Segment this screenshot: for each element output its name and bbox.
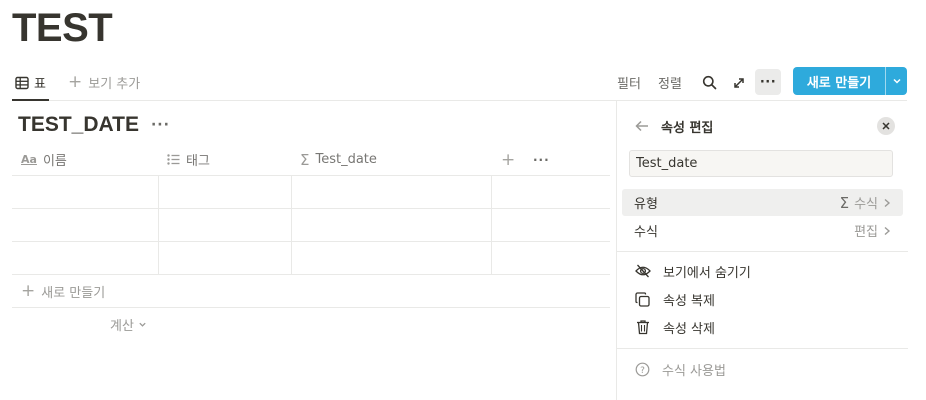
- view-bar: 표 + 보기 추가 필터 정렬 ··· 새로 만들기: [12, 66, 907, 101]
- page-title[interactable]: TEST: [12, 6, 113, 51]
- plus-icon: +: [68, 72, 83, 92]
- add-property-button[interactable]: +: [501, 144, 515, 175]
- delete-property-label: 속성 삭제: [663, 321, 715, 337]
- add-view-label: 보기 추가: [88, 77, 141, 92]
- column-header-test-date[interactable]: Σ Test_date: [300, 144, 377, 175]
- table-row[interactable]: [12, 209, 610, 242]
- sigma-icon: Σ: [839, 193, 850, 212]
- chevron-down-icon: [892, 76, 902, 86]
- help-icon: ?: [635, 362, 650, 377]
- column-divider: [291, 176, 292, 275]
- new-button-main[interactable]: 새로 만들기: [793, 67, 885, 95]
- column-header-label: 이름: [42, 154, 67, 169]
- formula-help-link[interactable]: ? 수식 사용법: [635, 357, 726, 381]
- open-full-page-button[interactable]: [731, 66, 747, 99]
- sigma-icon: Σ: [300, 150, 310, 169]
- add-row-label: 새로 만들기: [41, 286, 106, 301]
- svg-text:?: ?: [640, 366, 645, 376]
- eye-hide-icon: [635, 264, 651, 278]
- add-view-button[interactable]: + 보기 추가: [68, 66, 140, 99]
- list-icon: [167, 154, 180, 165]
- tab-table-view[interactable]: 표: [12, 66, 49, 101]
- property-name-input[interactable]: [629, 150, 893, 177]
- database-title-row: TEST_DATE ···: [18, 113, 170, 137]
- divider: [617, 251, 908, 252]
- column-header-tags[interactable]: 태그: [167, 144, 210, 175]
- hide-in-view-label: 보기에서 숨기기: [663, 265, 751, 281]
- database-title[interactable]: TEST_DATE: [18, 113, 139, 137]
- edit-property-panel: 속성 편집 유형 Σ 수식 수식 편집 보기에서 숨기기: [616, 101, 908, 400]
- close-icon[interactable]: [877, 117, 895, 135]
- tab-table-label: 표: [34, 77, 46, 92]
- formula-value: 편집: [854, 221, 891, 240]
- panel-header: 속성 편집: [635, 115, 895, 137]
- sort-button[interactable]: 정렬: [658, 66, 682, 99]
- column-header-name[interactable]: Aa 이름: [21, 144, 67, 175]
- back-arrow-icon[interactable]: [635, 120, 649, 132]
- duplicate-property-label: 속성 복제: [663, 293, 715, 309]
- column-header-label: Test_date: [315, 152, 377, 167]
- trash-icon: [635, 319, 651, 335]
- search-button[interactable]: [701, 66, 717, 99]
- type-value: Σ 수식: [840, 193, 891, 212]
- filter-button[interactable]: 필터: [617, 66, 641, 99]
- formula-label: 수식: [634, 225, 658, 240]
- column-header-label: 태그: [186, 154, 210, 169]
- new-button: 새로 만들기: [793, 67, 907, 95]
- formula-help-label: 수식 사용법: [662, 363, 726, 379]
- chevron-down-icon: [138, 320, 147, 329]
- calculate-label: 계산: [110, 319, 134, 334]
- panel-title: 속성 편집: [661, 120, 714, 136]
- divider: [617, 348, 908, 349]
- database-more-button[interactable]: ···: [151, 117, 170, 133]
- search-icon: [702, 75, 717, 90]
- type-label: 유형: [634, 197, 658, 212]
- type-value-label: 수식: [854, 197, 878, 212]
- calculate-button[interactable]: 계산: [110, 315, 147, 334]
- formula-row[interactable]: 수식 편집: [622, 217, 903, 244]
- formula-edit-label: 편집: [854, 225, 878, 240]
- duplicate-icon: [635, 291, 651, 307]
- chevron-right-icon: [883, 226, 891, 236]
- chevron-right-icon: [883, 198, 891, 208]
- delete-property-button[interactable]: 속성 삭제: [635, 315, 715, 339]
- add-row-button[interactable]: + 새로 만들기: [12, 276, 610, 308]
- new-button-dropdown[interactable]: [885, 67, 907, 95]
- column-divider: [158, 176, 159, 275]
- expand-icon: [733, 77, 745, 89]
- text-property-icon: Aa: [21, 153, 37, 166]
- more-options-button[interactable]: ···: [755, 69, 781, 95]
- table-row[interactable]: [12, 242, 610, 275]
- column-divider: [491, 176, 492, 275]
- plus-icon: +: [21, 281, 36, 301]
- property-type-row[interactable]: 유형 Σ 수식: [622, 189, 903, 216]
- table-icon: [15, 76, 29, 90]
- table-more-button[interactable]: ···: [533, 144, 550, 175]
- hide-in-view-button[interactable]: 보기에서 숨기기: [635, 259, 751, 283]
- table-header: Aa 이름 태그 Σ Test_date + ···: [12, 144, 610, 176]
- duplicate-property-button[interactable]: 속성 복제: [635, 287, 715, 311]
- table-row[interactable]: [12, 176, 610, 209]
